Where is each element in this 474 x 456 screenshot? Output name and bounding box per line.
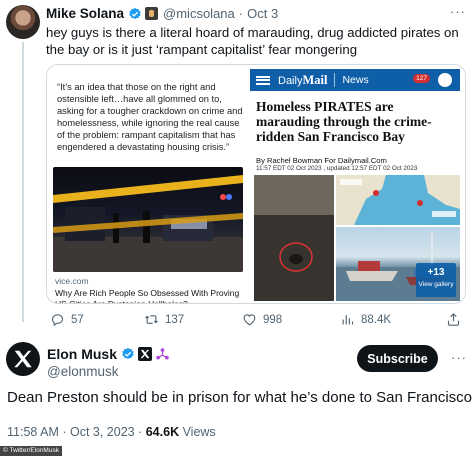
vice-screenshot: “It’s an idea that those on the right an… bbox=[47, 65, 247, 304]
gallery-count: +13 bbox=[427, 267, 445, 278]
tweet-timestamp[interactable]: 11:58 AM · Oct 3, 2023 · bbox=[7, 425, 146, 439]
retweet-count: 137 bbox=[165, 313, 185, 326]
dailymail-headline: Homeless PIRATES are marauding through t… bbox=[256, 99, 432, 144]
more-options-icon[interactable]: ··· bbox=[451, 350, 467, 365]
dailymail-date: 11:57 EDT 02 Oct 2023 , updated 12:57 ED… bbox=[256, 165, 418, 172]
view-gallery-button[interactable]: +13 View gallery bbox=[416, 263, 456, 297]
quoted-tweet-text: hey guys is there a literal hoard of mar… bbox=[46, 25, 459, 57]
news-section-label: News bbox=[342, 74, 369, 86]
retweet-icon bbox=[145, 315, 158, 324]
map-illustration bbox=[336, 175, 460, 225]
dailymail-byline: By Rachel Bowman For Dailymail.Com bbox=[256, 156, 387, 165]
attached-image-card[interactable]: “It’s an idea that those on the right an… bbox=[46, 64, 466, 304]
image-credit-watermark: © Twitter/ElonMusk bbox=[0, 446, 62, 456]
share-icon bbox=[447, 313, 460, 326]
tweet-date[interactable]: Oct 3 bbox=[247, 6, 278, 21]
views-chart-icon bbox=[342, 315, 354, 325]
dailymail-logo-prefix: Daily bbox=[278, 74, 303, 87]
share-button[interactable] bbox=[446, 312, 461, 327]
like-button[interactable]: 998 bbox=[242, 312, 282, 327]
mike-solana-avatar[interactable] bbox=[6, 5, 40, 39]
user-account-icon bbox=[438, 73, 452, 87]
reply-button[interactable]: 57 bbox=[50, 312, 84, 327]
alien-emoji-icon bbox=[156, 347, 169, 359]
dailymail-logo-main: Mail bbox=[302, 72, 328, 87]
views-count: 88.4K bbox=[361, 313, 392, 326]
bay-map-image bbox=[336, 175, 460, 225]
reply-icon bbox=[51, 314, 64, 327]
more-options-icon[interactable]: ··· bbox=[450, 4, 466, 19]
quoted-tweet[interactable]: Mike Solana @micsolana · Oct 3 ··· hey g… bbox=[0, 0, 474, 330]
vice-quote-text: “It’s an idea that those on the right an… bbox=[57, 82, 243, 152]
crime-scene-photo bbox=[53, 167, 243, 272]
main-author-handle[interactable]: @elonmusk bbox=[47, 364, 118, 379]
dailymail-screenshot: DailyMail News 127 Homeless PIRATES are … bbox=[250, 65, 465, 303]
vice-article-title: Why Are Rich People So Obsessed With Pro… bbox=[55, 288, 240, 304]
x-affiliation-badge-icon bbox=[138, 347, 153, 361]
hamburger-menu-icon bbox=[256, 75, 270, 85]
verified-icon bbox=[122, 347, 134, 360]
crime-scene-illustration bbox=[53, 175, 243, 272]
tweet-metadata: 11:58 AM · Oct 3, 2023 · 64.6K Views bbox=[7, 425, 216, 439]
verified-icon bbox=[129, 7, 141, 19]
dailymail-logo: DailyMail bbox=[278, 73, 327, 88]
views-button[interactable]: 88.4K bbox=[340, 312, 391, 327]
x-logo-icon bbox=[14, 350, 32, 368]
dark-waterfront-photo bbox=[254, 175, 334, 301]
views-label: Views bbox=[179, 425, 216, 439]
like-count: 998 bbox=[263, 313, 283, 326]
views-count: 64.6K bbox=[145, 425, 180, 439]
tweet-action-bar: 57 137 998 88.4K bbox=[46, 312, 466, 328]
author-handle[interactable]: @micsolana bbox=[163, 6, 235, 21]
retweet-button[interactable]: 137 bbox=[144, 312, 184, 327]
profile-emoji-icon bbox=[145, 7, 159, 20]
notification-badge: 127 bbox=[413, 74, 430, 83]
separator-dot: · bbox=[238, 6, 244, 21]
main-tweet-text: Dean Preston should be in prison for wha… bbox=[7, 389, 472, 406]
author-name[interactable]: Mike Solana bbox=[46, 6, 124, 21]
quoted-tweet-header: Mike Solana @micsolana · Oct 3 bbox=[46, 6, 278, 21]
heart-icon bbox=[243, 314, 256, 326]
dailymail-header-bar: DailyMail News 127 bbox=[250, 69, 460, 91]
waterfront-illustration bbox=[254, 175, 334, 301]
thread-line bbox=[22, 42, 24, 322]
vice-domain: vice.com bbox=[55, 276, 89, 286]
main-author-name[interactable]: Elon Musk bbox=[47, 346, 117, 362]
reply-count: 57 bbox=[71, 313, 84, 326]
elon-musk-avatar[interactable] bbox=[6, 342, 40, 376]
vice-link-preview[interactable]: vice.com Why Are Rich People So Obsessed… bbox=[55, 276, 245, 304]
subscribe-button[interactable]: Subscribe bbox=[357, 345, 438, 372]
gallery-label: View gallery bbox=[418, 281, 454, 288]
main-author-row: Elon Musk bbox=[47, 346, 170, 362]
header-divider bbox=[334, 73, 336, 87]
boats-in-bay-photo: +13 View gallery bbox=[336, 227, 460, 301]
